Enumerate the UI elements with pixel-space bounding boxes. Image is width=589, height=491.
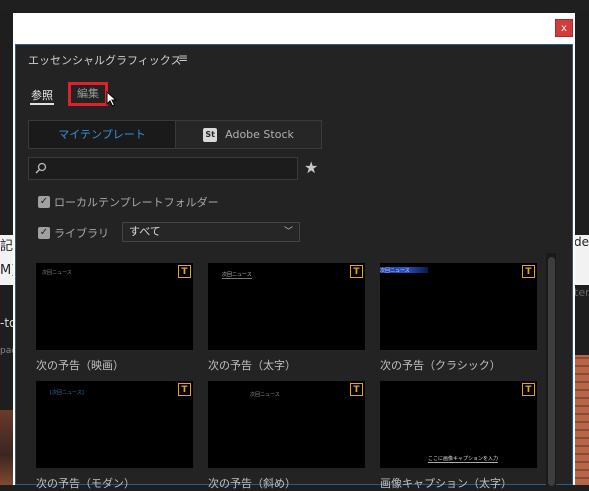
search-input[interactable] bbox=[28, 157, 298, 180]
template-name: 次の予告（クラシック） bbox=[380, 359, 501, 372]
template-name: 次の予告（モダン） bbox=[36, 477, 135, 490]
thumbnail-caption: [次回ニュース] bbox=[50, 390, 84, 396]
adobe-stock-label: Adobe Stock bbox=[225, 128, 294, 141]
text-template-icon: T bbox=[350, 383, 363, 396]
background-left-text: -to bbox=[0, 316, 14, 330]
background-right-text: dec bbox=[574, 235, 589, 285]
background-left-text: pac bbox=[0, 346, 14, 356]
local-folder-option[interactable]: ✓ ローカルテンプレートフォルダー bbox=[38, 194, 219, 210]
template-thumbnail[interactable]: [次回ニュース] T bbox=[36, 381, 193, 468]
text-template-icon: T bbox=[522, 383, 535, 396]
checkbox-checked-icon[interactable]: ✓ bbox=[38, 227, 50, 239]
close-button[interactable]: x bbox=[555, 19, 573, 37]
template-name: 次の予告（映画） bbox=[36, 359, 124, 372]
star-icon[interactable]: ★ bbox=[304, 158, 318, 177]
library-label: ライブラリ bbox=[54, 227, 109, 240]
cursor-icon bbox=[106, 91, 117, 107]
background-app-bar bbox=[0, 0, 589, 12]
chevron-down-icon: ﹀ bbox=[283, 227, 293, 237]
template-thumbnail[interactable]: 次回ニュース T bbox=[36, 263, 193, 350]
text-template-icon: T bbox=[178, 265, 191, 278]
tab-browse[interactable]: 参照 bbox=[31, 87, 53, 103]
template-name: 次の予告（太字） bbox=[208, 359, 296, 372]
thumbnail-caption: 次回ニュース bbox=[250, 392, 280, 398]
background-right-text: ter bbox=[574, 286, 589, 299]
panel-title: エッセンシャルグラフィックス bbox=[28, 54, 182, 67]
search-icon bbox=[35, 162, 47, 174]
template-thumbnail[interactable]: 次回ニュース T bbox=[380, 263, 537, 350]
background-left-text: M) bbox=[0, 263, 14, 278]
background-left-doc: 記 M) bbox=[0, 235, 14, 285]
essential-graphics-panel: エッセンシャルグラフィックス ≡ 参照 編集 マイテンプレート St Adobe… bbox=[15, 44, 573, 490]
tab-edit[interactable]: 編集 bbox=[68, 82, 108, 106]
template-name: 次の予告（斜め） bbox=[208, 477, 296, 490]
adobe-stock-logo-icon: St bbox=[203, 127, 218, 142]
thumbnail-caption: 次回ニュース bbox=[42, 270, 72, 276]
scrollbar-thumb[interactable] bbox=[548, 257, 555, 486]
background-right-image bbox=[574, 355, 589, 485]
checkbox-checked-icon[interactable]: ✓ bbox=[38, 196, 50, 208]
background-left-image bbox=[0, 410, 14, 485]
text-template-icon: T bbox=[350, 265, 363, 278]
my-templates-button[interactable]: マイテンプレート bbox=[29, 121, 176, 148]
active-tab-underline bbox=[30, 103, 54, 105]
text-template-icon: T bbox=[178, 383, 191, 396]
thumbnail-caption: 次回ニュース bbox=[222, 272, 252, 279]
template-thumbnail[interactable]: 次回ニュース T bbox=[208, 263, 365, 350]
adobe-stock-button[interactable]: St Adobe Stock bbox=[176, 121, 321, 148]
template-source-switch: マイテンプレート St Adobe Stock bbox=[28, 120, 322, 149]
local-folder-label: ローカルテンプレートフォルダー bbox=[54, 196, 219, 209]
hamburger-icon[interactable]: ≡ bbox=[178, 51, 188, 65]
template-thumbnail[interactable]: 次回ニュース T bbox=[208, 381, 365, 468]
thumbnail-caption: 次回ニュース bbox=[380, 267, 428, 274]
background-left-text: 記 bbox=[0, 239, 14, 254]
text-template-icon: T bbox=[522, 265, 535, 278]
thumbnail-caption: ここに画像キャプションを入力 bbox=[428, 456, 499, 463]
template-name: 画像キャプション（太字） bbox=[380, 477, 512, 490]
template-thumbnail[interactable]: ここに画像キャプションを入力 T bbox=[380, 381, 537, 468]
library-option[interactable]: ✓ ライブラリ bbox=[38, 225, 109, 241]
library-select-value: すべて bbox=[129, 225, 161, 238]
library-select[interactable]: すべて ﹀ bbox=[122, 222, 300, 242]
